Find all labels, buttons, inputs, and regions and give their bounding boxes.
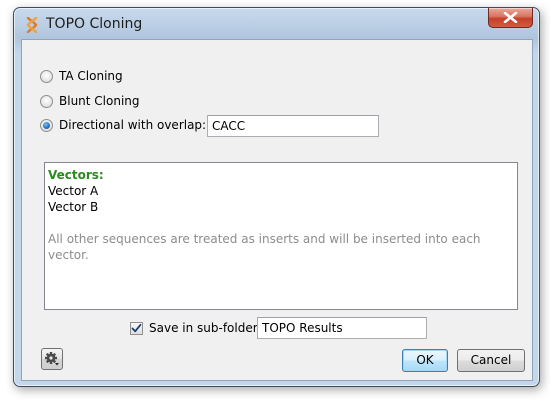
blunt-cloning-label: Blunt Cloning bbox=[59, 94, 140, 108]
cancel-button[interactable]: Cancel bbox=[457, 349, 525, 372]
subfolder-name-input[interactable]: TOPO Results bbox=[257, 317, 427, 339]
vectors-panel: Vectors: Vector A Vector B All other seq… bbox=[44, 162, 518, 310]
vector-item: Vector B bbox=[48, 200, 99, 214]
directional-option[interactable]: Directional with overlap: bbox=[40, 115, 206, 135]
blunt-cloning-radio[interactable] bbox=[40, 94, 53, 108]
title-bar[interactable]: TOPO Cloning bbox=[14, 8, 539, 38]
gear-icon bbox=[45, 352, 59, 366]
inserts-note: All other sequences are treated as inser… bbox=[48, 232, 481, 262]
directional-label: Directional with overlap: bbox=[59, 118, 207, 132]
overlap-input[interactable]: CACC bbox=[207, 115, 379, 137]
ta-cloning-radio[interactable] bbox=[40, 69, 53, 83]
blunt-cloning-option[interactable]: Blunt Cloning bbox=[40, 91, 140, 111]
window-title: TOPO Cloning bbox=[46, 16, 143, 32]
topo-cloning-dialog: TOPO Cloning TA Cloning Blunt Cloning Di… bbox=[13, 7, 540, 387]
save-subfolder-label: Save in sub-folder bbox=[149, 321, 258, 335]
save-subfolder-option[interactable]: Save in sub-folder bbox=[130, 317, 258, 339]
close-icon bbox=[503, 12, 518, 23]
checkmark-icon bbox=[131, 323, 142, 332]
close-button[interactable] bbox=[488, 8, 533, 28]
ok-button[interactable]: OK bbox=[402, 349, 448, 372]
settings-button[interactable] bbox=[41, 348, 63, 370]
directional-radio[interactable] bbox=[40, 118, 53, 132]
topo-app-icon bbox=[25, 16, 39, 34]
save-subfolder-checkbox[interactable] bbox=[130, 321, 143, 335]
vectors-heading: Vectors: bbox=[48, 168, 104, 182]
ta-cloning-label: TA Cloning bbox=[59, 69, 123, 83]
ta-cloning-option[interactable]: TA Cloning bbox=[40, 66, 123, 86]
vector-item: Vector A bbox=[48, 184, 99, 198]
dialog-client-area: TA Cloning Blunt Cloning Directional wit… bbox=[21, 39, 533, 381]
